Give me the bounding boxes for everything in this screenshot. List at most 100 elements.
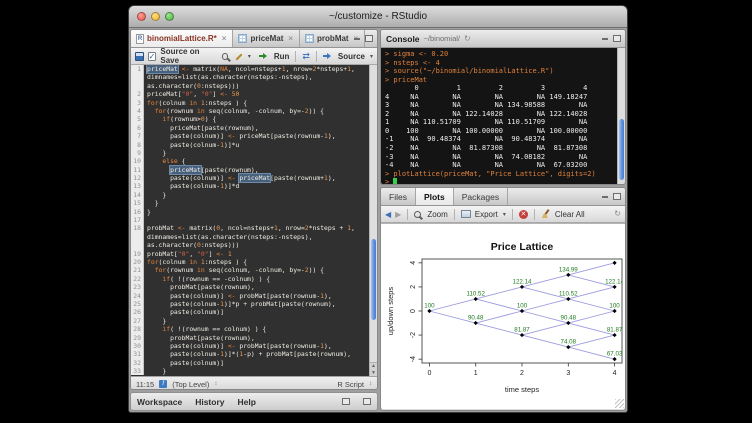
svg-text:122.14: 122.14 [605, 278, 624, 285]
code-line: 21 for(rownum in seq(colnum, -colnum, by… [131, 266, 377, 274]
code-line: 6 priceMat[paste(rownum), [131, 124, 377, 132]
zoom-button[interactable]: Zoom [427, 210, 447, 219]
maximize-pane-icon[interactable] [365, 35, 373, 42]
source-pane: R binomialLattice.R* × priceMat × probMa… [130, 29, 378, 390]
console-line: > plotLattice(priceMat, "Price Lattice",… [385, 170, 621, 179]
code-line: 2priceMat["0", "0"] <- 50 [131, 90, 377, 98]
console-line: -2 NA NA 81.87308 NA 81.87308 [385, 144, 621, 153]
code-line: dimnames=list(as.character(nsteps:-nstep… [131, 233, 377, 241]
console-line: -3 NA NA NA 74.08182 NA [385, 153, 621, 162]
export-button[interactable]: Export [475, 210, 498, 219]
code-line: 19probMat["0", "0"] <- 1 [131, 250, 377, 258]
clear-all-button[interactable]: Clear All [555, 210, 585, 219]
source-button[interactable]: Source [338, 52, 365, 61]
save-icon[interactable] [135, 52, 144, 61]
source-icon[interactable] [323, 53, 334, 59]
close-button[interactable] [137, 12, 146, 21]
zoom-button[interactable] [165, 12, 174, 21]
code-line: 3for(colnum in 1:nsteps ) { [131, 99, 377, 107]
find-icon[interactable] [222, 53, 229, 60]
resize-grip[interactable] [615, 399, 624, 408]
next-plot-icon[interactable]: ▶ [395, 210, 401, 219]
svg-text:122.14: 122.14 [513, 278, 532, 285]
run-icon[interactable] [259, 53, 270, 59]
code-tools-icon[interactable] [234, 52, 243, 61]
svg-text:90.48: 90.48 [468, 315, 484, 322]
maximize-pane-icon[interactable] [613, 193, 621, 200]
svg-text:0: 0 [410, 309, 417, 313]
tab-plots[interactable]: Plots [416, 188, 454, 205]
chevron-down-icon[interactable]: ▾ [370, 53, 373, 60]
console-line: 0 1 2 3 4 [385, 84, 621, 93]
run-button[interactable]: Run [274, 52, 290, 61]
code-line: 11 priceMat[paste(rownum), [131, 166, 377, 174]
updown-chevron-icon: ↕ [214, 381, 217, 387]
tab-workspace[interactable]: Workspace [137, 397, 182, 407]
tab-help[interactable]: Help [238, 397, 256, 407]
r-file-icon: R [136, 34, 144, 44]
code-line: 9 } [131, 149, 377, 157]
svg-text:81.87: 81.87 [514, 327, 530, 334]
svg-text:149.18: 149.18 [605, 254, 624, 261]
console-scrollbar[interactable] [617, 48, 625, 185]
restore-pane-icon[interactable] [342, 398, 350, 405]
tab-files[interactable]: Files [381, 188, 416, 205]
remove-plot-icon[interactable]: ✕ [519, 210, 528, 219]
code-line: 15 } [131, 199, 377, 207]
goto-directory-icon[interactable]: ↻ [464, 35, 471, 43]
console-body[interactable]: > sigma <- 0.20> nsteps <- 4> source("~/… [381, 48, 625, 185]
rerun-icon[interactable]: ⇄ [302, 52, 310, 61]
code-line: 29 probMat[paste(rownum), [131, 334, 377, 342]
tab-packages[interactable]: Packages [454, 188, 508, 205]
previous-plot-icon[interactable]: ◀ [385, 210, 391, 219]
zoom-icon[interactable] [414, 211, 421, 218]
close-tab-icon[interactable]: × [288, 34, 293, 43]
title-bar[interactable]: ~/customize - RStudio [129, 6, 627, 28]
console-title: Console [386, 34, 420, 44]
console-line: 4 NA NA NA NA 149.18247 [385, 93, 621, 102]
code-line: 17 [131, 216, 377, 224]
console-header: Console ~/binomial/ ↻ [381, 30, 625, 48]
svg-text:2: 2 [520, 370, 524, 377]
minimize-pane-icon[interactable] [353, 34, 361, 42]
scope-selector[interactable]: (Top Level) [172, 380, 209, 389]
code-editor[interactable]: 1priceMat <- matrix(NA, ncol=nsteps+1, n… [131, 65, 377, 376]
code-line: 10 else { [131, 157, 377, 165]
console-line: -4 NA NA NA NA 67.03200 [385, 161, 621, 170]
plot-display: Price Lattice100110.5290.48122.1410081.8… [381, 223, 625, 409]
clear-all-icon[interactable] [541, 209, 551, 219]
editor-scrollbar[interactable]: ▲▼ [369, 65, 377, 376]
minimize-button[interactable] [151, 12, 160, 21]
plots-toolbar: ◀ ▶ Zoom Export ▾ ✕ Clear All ↻ [381, 206, 625, 223]
tab-binomiallattice[interactable]: R binomialLattice.R* × [131, 30, 233, 47]
minimize-pane-icon[interactable] [601, 34, 609, 42]
code-line: 18probMat <- matrix(0, ncol=nsteps+1, nr… [131, 224, 377, 232]
chevron-down-icon[interactable]: ▾ [503, 211, 506, 218]
tab-history[interactable]: History [195, 397, 224, 407]
function-scope-icon: f [159, 380, 167, 388]
source-toolbar: ✓ Source on Save ▾ Run ⇄ Source ▾ [131, 48, 377, 65]
data-grid-icon [238, 34, 247, 43]
refresh-plots-icon[interactable]: ↻ [614, 210, 621, 218]
chevron-down-icon: ▾ [248, 53, 251, 60]
console-line: 2 NA NA 122.14028 NA 122.14028 [385, 110, 621, 119]
svg-text:-4: -4 [410, 356, 417, 362]
maximize-pane-icon[interactable] [613, 35, 621, 42]
code-line: 14 } [131, 191, 377, 199]
close-tab-icon[interactable]: × [222, 34, 227, 43]
console-cursor [393, 178, 397, 185]
minimize-pane-icon[interactable] [601, 192, 609, 200]
console-line: 0 100 NA 100.00000 NA 100.00000 [385, 127, 621, 136]
file-type-selector[interactable]: R Script [337, 380, 364, 389]
console-line: 1 NA 110.51709 NA 110.51709 NA [385, 118, 621, 127]
code-line: dimnames=list(as.character(nsteps:-nstep… [131, 73, 377, 81]
export-icon[interactable] [461, 210, 471, 218]
tab-pricemat[interactable]: priceMat × [233, 30, 300, 47]
source-on-save-checkbox[interactable]: ✓ [148, 52, 157, 61]
maximize-pane-icon[interactable] [363, 398, 371, 405]
scrollbar-arrows-icon[interactable]: ▲▼ [370, 362, 377, 376]
source-tabbar: R binomialLattice.R* × priceMat × probMa… [131, 30, 377, 48]
svg-text:1: 1 [474, 370, 478, 377]
code-line: 4 for(rownum in seq(colnum, -colnum, by=… [131, 107, 377, 115]
svg-text:74.08: 74.08 [561, 339, 577, 346]
